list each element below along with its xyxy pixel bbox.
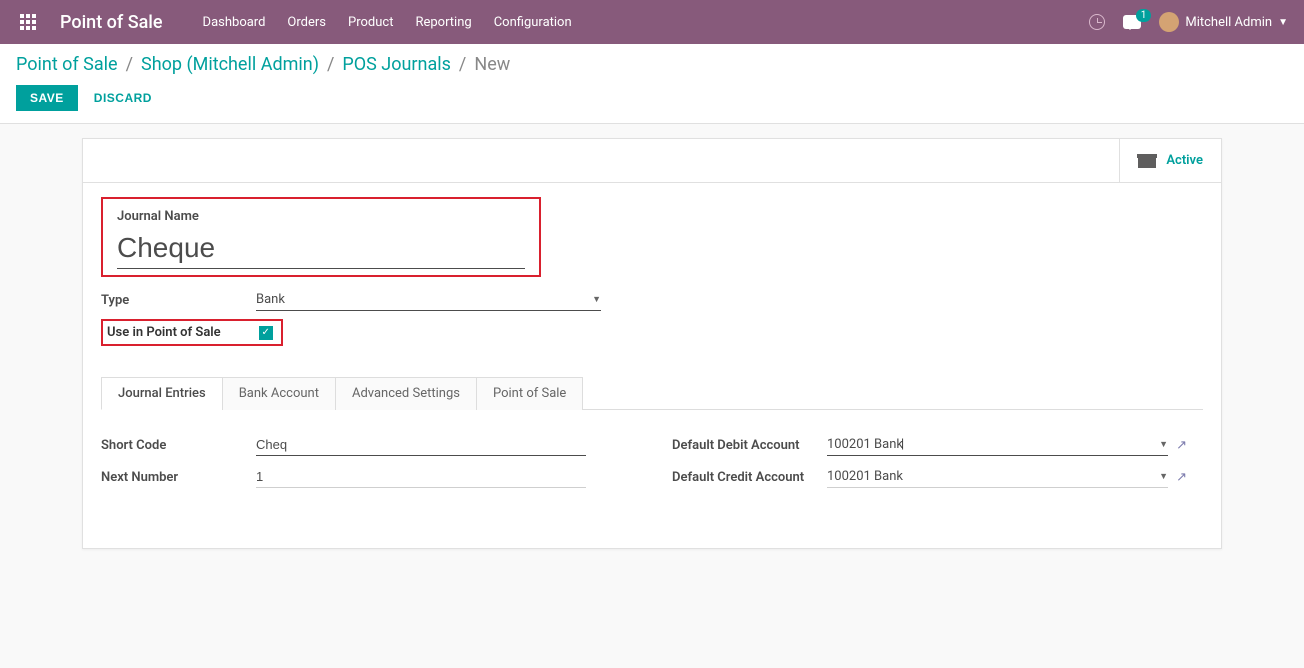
short-code-input[interactable] [256, 434, 586, 456]
debit-row: Default Debit Account 100201 Bank ▼ ↗ [672, 434, 1203, 456]
tab-bank-account[interactable]: Bank Account [222, 377, 336, 410]
next-number-input[interactable] [256, 466, 586, 488]
tab-journal-entries[interactable]: Journal Entries [101, 377, 223, 410]
chevron-down-icon: ▼ [1159, 439, 1168, 450]
user-menu[interactable]: Mitchell Admin ▼ [1159, 12, 1288, 32]
avatar [1159, 12, 1179, 32]
menu-reporting[interactable]: Reporting [415, 15, 471, 30]
tab-advanced-settings[interactable]: Advanced Settings [335, 377, 477, 410]
chat-icon[interactable]: 1 [1123, 15, 1141, 29]
breadcrumb-current: New [474, 54, 510, 75]
breadcrumb: Point of Sale / Shop (Mitchell Admin) / … [16, 54, 1288, 75]
menu-orders[interactable]: Orders [287, 15, 326, 30]
external-link-icon[interactable]: ↗ [1176, 470, 1187, 485]
tabs: Journal Entries Bank Account Advanced Se… [101, 376, 1203, 410]
active-toggle[interactable]: Active [1119, 139, 1221, 182]
sub-header: Point of Sale / Shop (Mitchell Admin) / … [0, 44, 1304, 124]
type-label: Type [101, 293, 256, 308]
active-label: Active [1166, 153, 1203, 168]
brand-title[interactable]: Point of Sale [60, 12, 163, 33]
credit-row: Default Credit Account 100201 Bank ▼ ↗ [672, 466, 1203, 488]
type-select[interactable]: Bank ▼ [256, 289, 601, 311]
external-link-icon[interactable]: ↗ [1176, 438, 1187, 453]
right-column: Default Debit Account 100201 Bank ▼ ↗ De… [672, 434, 1203, 498]
apps-icon[interactable] [16, 10, 40, 34]
short-code-label: Short Code [101, 438, 256, 453]
next-number-row: Next Number [101, 466, 632, 488]
journal-name-highlight: Journal Name [101, 197, 541, 277]
credit-select[interactable]: 100201 Bank ▼ [827, 466, 1168, 488]
next-number-label: Next Number [101, 470, 256, 485]
user-name: Mitchell Admin [1185, 15, 1272, 30]
chevron-down-icon: ▼ [592, 294, 601, 305]
main-menu: Dashboard Orders Product Reporting Confi… [203, 15, 1090, 30]
caret-down-icon: ▼ [1278, 17, 1288, 28]
menu-configuration[interactable]: Configuration [494, 15, 572, 30]
status-bar: Active [83, 139, 1221, 183]
clock-icon[interactable] [1089, 14, 1105, 30]
use-pos-label: Use in Point of Sale [107, 325, 221, 340]
archive-icon [1138, 154, 1156, 168]
nav-right: 1 Mitchell Admin ▼ [1089, 12, 1288, 32]
left-column: Short Code Next Number [101, 434, 632, 498]
breadcrumb-shop[interactable]: Shop (Mitchell Admin) [141, 54, 319, 75]
discard-button[interactable]: DISCARD [86, 85, 160, 111]
save-button[interactable]: SAVE [16, 85, 78, 111]
breadcrumb-root[interactable]: Point of Sale [16, 54, 118, 75]
journal-name-label: Journal Name [117, 209, 525, 224]
type-value: Bank [256, 292, 285, 307]
menu-dashboard[interactable]: Dashboard [203, 15, 266, 30]
journal-name-input[interactable] [117, 228, 525, 269]
tab-content: Short Code Next Number Default Debit Acc… [101, 410, 1203, 498]
debit-value: 100201 Bank [827, 437, 904, 452]
breadcrumb-journals[interactable]: POS Journals [342, 54, 451, 75]
form-container: Active Journal Name Type Bank ▼ Use in P… [82, 138, 1222, 549]
credit-label: Default Credit Account [672, 470, 827, 485]
menu-product[interactable]: Product [348, 15, 393, 30]
debit-label: Default Debit Account [672, 438, 827, 453]
action-buttons: SAVE DISCARD [16, 85, 1288, 111]
credit-value: 100201 Bank [827, 469, 903, 484]
debit-select[interactable]: 100201 Bank ▼ [827, 434, 1168, 456]
top-nav: Point of Sale Dashboard Orders Product R… [0, 0, 1304, 44]
tab-point-of-sale[interactable]: Point of Sale [476, 377, 583, 410]
type-row: Type Bank ▼ [101, 289, 1203, 311]
chat-count: 1 [1136, 9, 1152, 22]
short-code-row: Short Code [101, 434, 632, 456]
use-pos-checkbox[interactable]: ✓ [259, 326, 273, 340]
use-pos-highlight: Use in Point of Sale ✓ [101, 319, 283, 346]
form-body: Journal Name Type Bank ▼ Use in Point of… [83, 183, 1221, 548]
chevron-down-icon: ▼ [1159, 471, 1168, 482]
